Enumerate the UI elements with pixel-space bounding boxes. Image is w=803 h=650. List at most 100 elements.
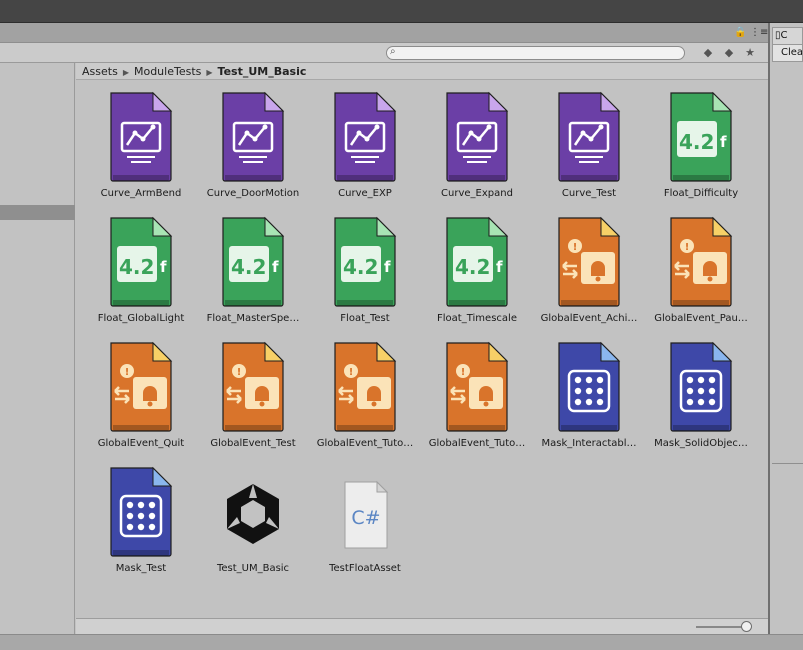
csharp-text: C#	[351, 507, 380, 529]
float-icon: 4.2 f	[334, 216, 397, 307]
asset-label: Curve_DoorMotion	[206, 188, 300, 199]
float-suffix-text: f	[496, 258, 503, 276]
label-filter-icon[interactable]: ◆	[719, 45, 739, 61]
inspector-divider	[772, 463, 803, 464]
window-bottom-edge	[0, 634, 803, 650]
asset-label: Float_Timescale	[437, 313, 517, 324]
global-event-icon: !	[446, 341, 509, 432]
global-event-icon: !	[222, 341, 285, 432]
clear-button[interactable]: Clea	[772, 44, 803, 62]
breadcrumb-item-assets[interactable]: Assets	[82, 65, 118, 78]
asset-item[interactable]: ! GlobalEvent_Tuto…	[309, 331, 421, 451]
float-suffix-text: f	[720, 133, 727, 151]
folder-tree-pane[interactable]	[0, 63, 75, 634]
asset-label: GlobalEvent_Tuto…	[316, 438, 414, 449]
asset-grid: Curve_ArmBend Curve_DoorMotion Curve_EXP Cu…	[76, 81, 768, 618]
icon-size-slider-thumb[interactable]	[741, 621, 752, 632]
curve-icon	[222, 91, 285, 182]
unity-scene-icon	[227, 484, 279, 544]
asset-item[interactable]: C# TestFloatAsset	[309, 456, 421, 576]
inspector-tab[interactable]: ▯C	[772, 27, 803, 44]
asset-item[interactable]: ! GlobalEvent_Quit	[85, 331, 197, 451]
alert-mark: !	[125, 367, 130, 378]
lock-icon[interactable]: 🔒	[734, 27, 746, 38]
asset-item[interactable]: Curve_ArmBend	[85, 81, 197, 201]
alert-mark: !	[573, 242, 578, 253]
global-event-icon: !	[334, 341, 397, 432]
top-bar	[0, 0, 803, 23]
alert-mark: !	[349, 367, 354, 378]
asset-label: Curve_EXP	[338, 188, 392, 199]
bottom-bar	[76, 618, 768, 634]
float-suffix-text: f	[272, 258, 279, 276]
asset-label: Float_Difficulty	[663, 188, 739, 199]
asset-item[interactable]: Curve_Expand	[421, 81, 533, 201]
float-suffix-text: f	[384, 258, 391, 276]
float-icon: 4.2 f	[222, 216, 285, 307]
asset-label: Curve_ArmBend	[100, 188, 182, 199]
alert-mark: !	[461, 367, 466, 378]
search-icon: ⌕	[390, 46, 396, 57]
favorite-star-icon[interactable]: ★	[740, 45, 760, 61]
asset-item[interactable]: Mask_Test	[85, 456, 197, 576]
float-value-text: 4.2	[455, 255, 490, 279]
asset-label: Curve_Expand	[441, 188, 513, 199]
breadcrumb-item-current[interactable]: Test_UM_Basic	[218, 65, 307, 78]
float-value-text: 4.2	[343, 255, 378, 279]
alert-mark: !	[237, 367, 242, 378]
window-menu-icon[interactable]: ⋮≡	[750, 27, 768, 38]
float-icon: 4.2 f	[446, 216, 509, 307]
breadcrumb: Assets ▶ ModuleTests ▶ Test_UM_Basic	[76, 63, 768, 80]
asset-label: GlobalEvent_Pau…	[654, 313, 748, 324]
window-tab-strip	[0, 23, 768, 43]
asset-item[interactable]: Test_UM_Basic	[197, 456, 309, 576]
csharp-script-icon: C#	[344, 480, 389, 549]
search-field[interactable]: ⌕	[386, 46, 685, 60]
asset-item[interactable]: 4.2 f Float_Difficulty	[645, 81, 757, 201]
global-event-icon: !	[110, 341, 173, 432]
asset-label: Float_MasterSpe…	[206, 313, 300, 324]
breadcrumb-item-moduletests[interactable]: ModuleTests	[134, 65, 201, 78]
asset-item[interactable]: 4.2 f Float_Test	[309, 206, 421, 326]
asset-item[interactable]: Curve_DoorMotion	[197, 81, 309, 201]
asset-label: Test_UM_Basic	[216, 563, 290, 574]
type-filter-icon[interactable]: ◆	[698, 45, 718, 61]
curve-icon	[446, 91, 509, 182]
project-toolbar: ⌕ ◆ ◆ ★	[0, 43, 768, 63]
selected-folder-row[interactable]	[0, 205, 75, 220]
asset-label: Mask_SolidObjec…	[654, 438, 748, 449]
asset-label: Mask_Test	[115, 563, 167, 574]
mask-icon	[670, 341, 733, 432]
asset-item[interactable]: 4.2 f Float_GlobalLight	[85, 206, 197, 326]
curve-icon	[334, 91, 397, 182]
float-icon: 4.2 f	[110, 216, 173, 307]
float-value-text: 4.2	[679, 130, 714, 154]
alert-mark: !	[685, 242, 690, 253]
breadcrumb-separator-icon: ▶	[122, 68, 129, 77]
asset-item[interactable]: ! GlobalEvent_Test	[197, 331, 309, 451]
asset-item[interactable]: ! GlobalEvent_Pau…	[645, 206, 757, 326]
curve-icon	[558, 91, 621, 182]
asset-label: Float_GlobalLight	[97, 313, 185, 324]
asset-item[interactable]: Curve_EXP	[309, 81, 421, 201]
global-event-icon: !	[558, 216, 621, 307]
mask-icon	[110, 466, 173, 557]
asset-item[interactable]: ! GlobalEvent_Achi…	[533, 206, 645, 326]
asset-item[interactable]: ! GlobalEvent_Tuto…	[421, 331, 533, 451]
asset-item[interactable]: Mask_Interactabl…	[533, 331, 645, 451]
asset-item[interactable]: 4.2 f Float_MasterSpe…	[197, 206, 309, 326]
asset-label: GlobalEvent_Quit	[97, 438, 185, 449]
float-value-text: 4.2	[231, 255, 266, 279]
asset-label: GlobalEvent_Tuto…	[428, 438, 526, 449]
asset-item[interactable]: 4.2 f Float_Timescale	[421, 206, 533, 326]
asset-label: Mask_Interactabl…	[541, 438, 637, 449]
asset-label: TestFloatAsset	[329, 563, 401, 574]
asset-item[interactable]: Curve_Test	[533, 81, 645, 201]
breadcrumb-separator-icon: ▶	[206, 68, 213, 77]
global-event-icon: !	[670, 216, 733, 307]
float-suffix-text: f	[160, 258, 167, 276]
asset-label: Curve_Test	[561, 188, 617, 199]
inspector-pane: ▯C Clea	[770, 23, 803, 634]
asset-item[interactable]: Mask_SolidObjec…	[645, 331, 757, 451]
asset-label: GlobalEvent_Test	[210, 438, 296, 449]
